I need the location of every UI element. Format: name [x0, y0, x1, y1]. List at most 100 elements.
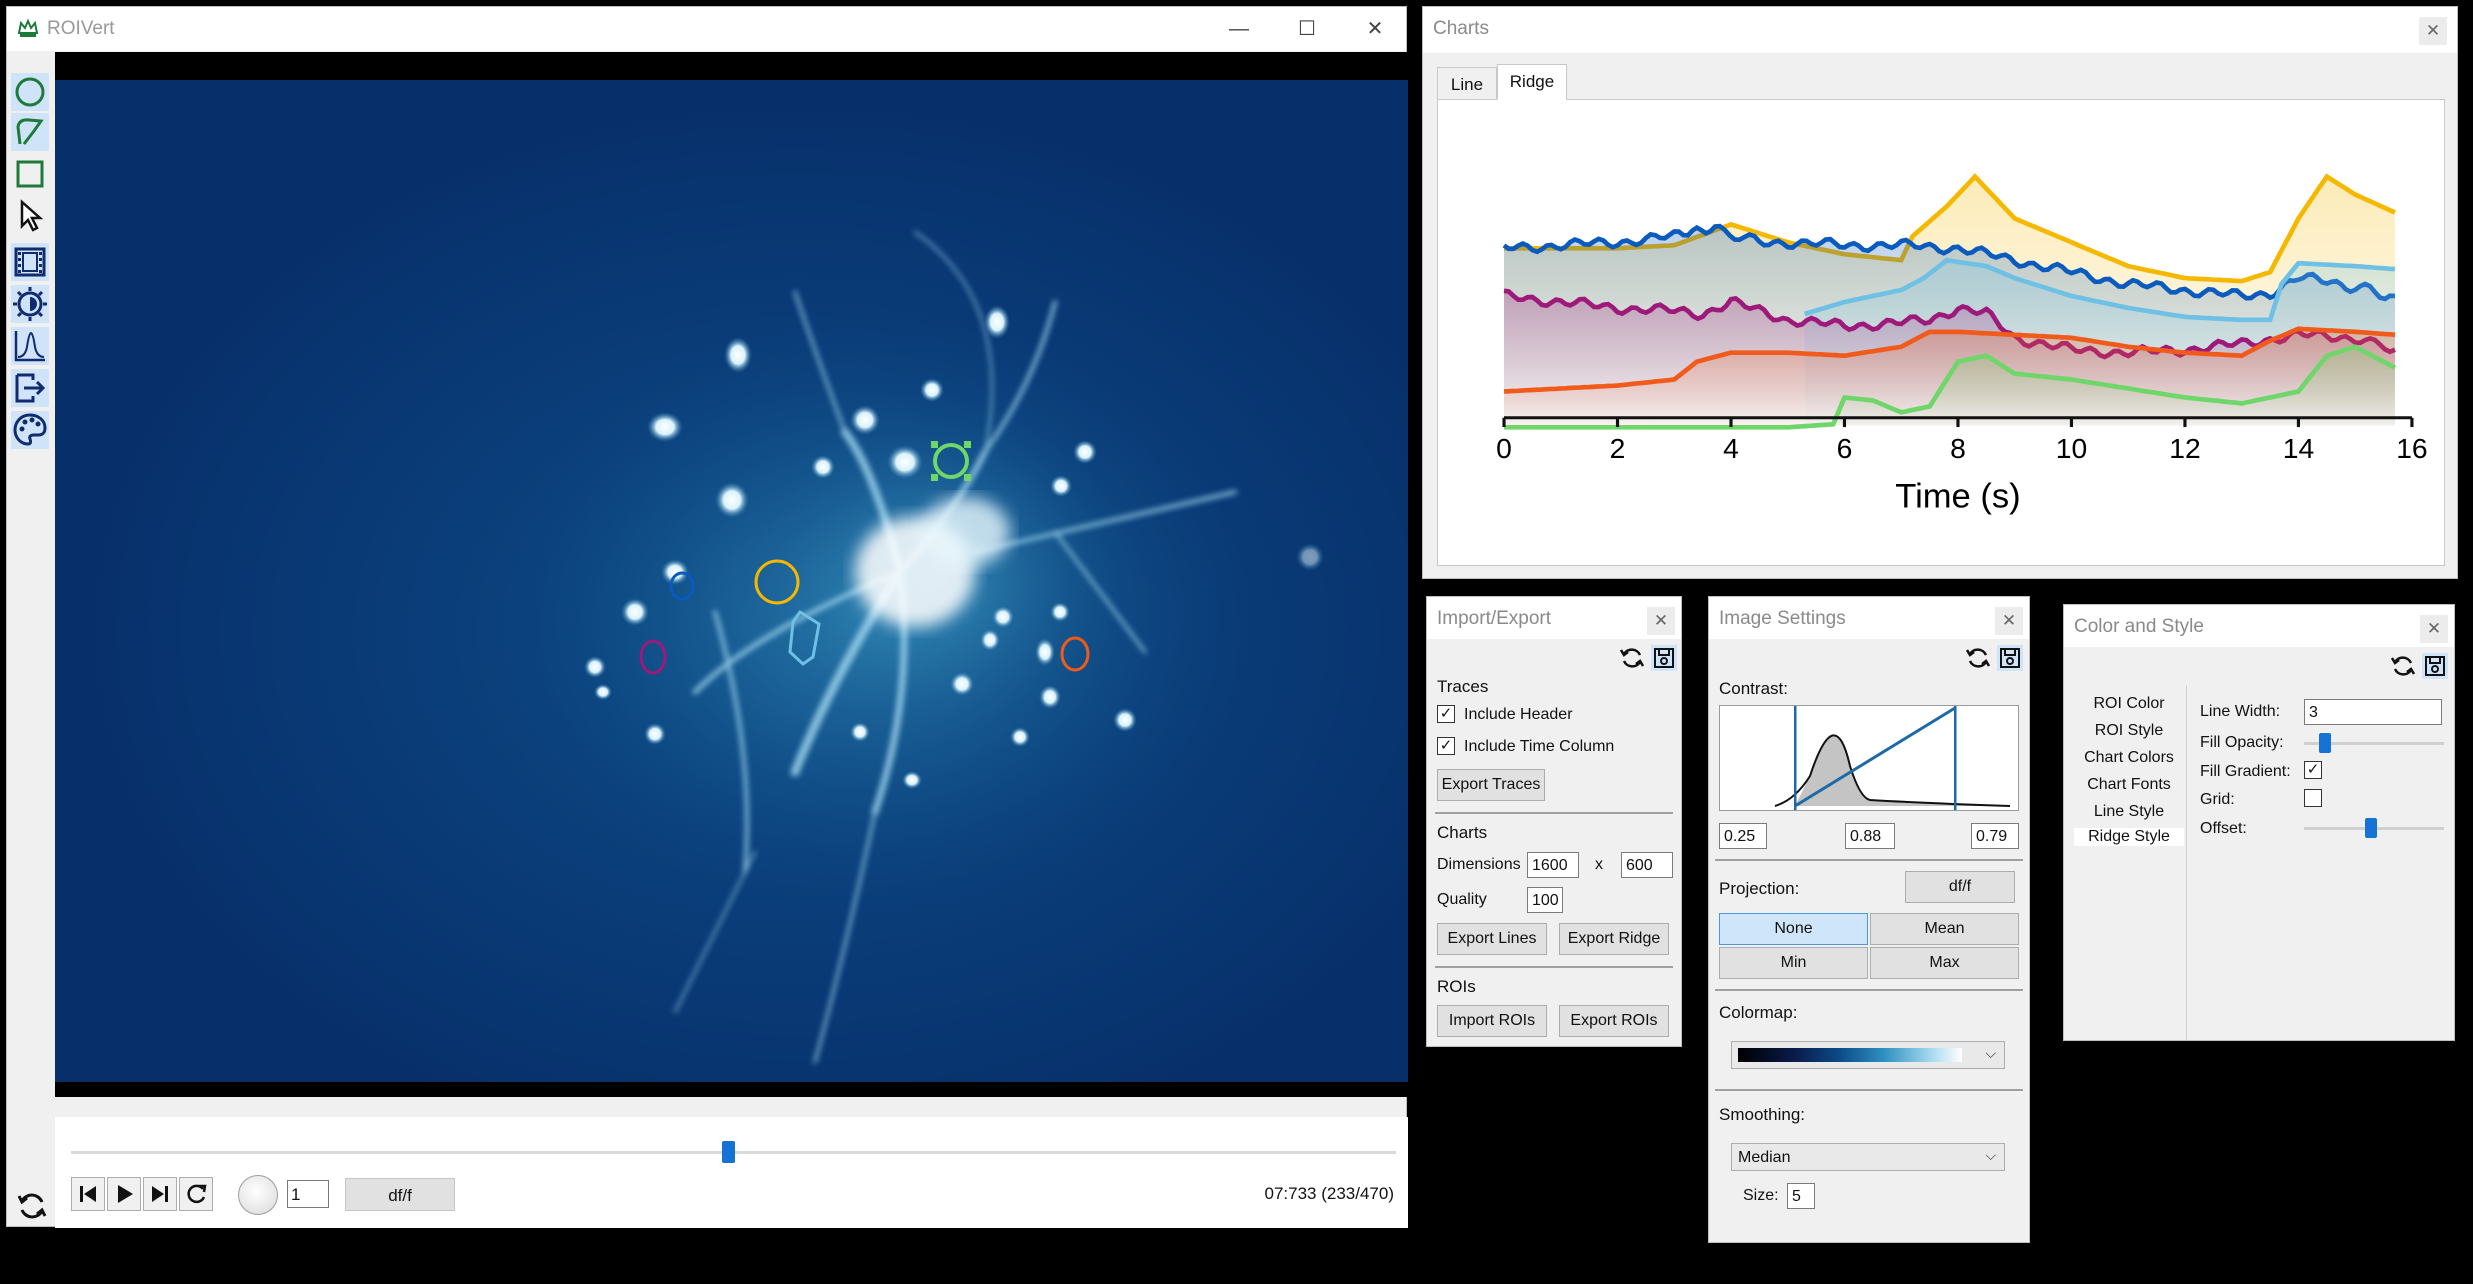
polygon-roi-icon[interactable] — [11, 113, 49, 151]
play-icon — [118, 1185, 133, 1203]
fill-gradient-checkbox[interactable]: ✓ — [2304, 761, 2322, 779]
grid-checkbox[interactable] — [2304, 789, 2322, 807]
rectangle-roi-icon[interactable] — [11, 155, 49, 193]
separator — [1715, 989, 2023, 991]
frame-slider-handle[interactable] — [722, 1141, 736, 1163]
contrast-gamma-input[interactable]: 0.88 — [1845, 823, 1895, 849]
x-tick-label: 8 — [1950, 433, 1966, 464]
import-export-header: Import/Export ✕ — [1427, 597, 1681, 639]
menu-line-style[interactable]: Line Style — [2074, 803, 2184, 821]
image-settings-panel: Image Settings ✕ Contrast: 0.25 0.88 0.7… — [1708, 596, 2030, 1243]
save-icon[interactable] — [1997, 645, 2023, 671]
import-export-icon[interactable] — [11, 369, 49, 407]
chevron-down-icon: ⌵ — [1985, 1147, 1996, 1163]
charts-close-button[interactable]: ✕ — [2419, 17, 2447, 45]
contrast-min-input[interactable]: 0.25 — [1719, 823, 1767, 849]
contrast-label: Contrast: — [1719, 679, 1788, 698]
include-header-checkbox[interactable]: ✓ — [1437, 705, 1455, 723]
ridge-chart: 0 2 4 6 8 10 12 14 16 Time (s) — [1437, 99, 2445, 566]
separator — [1435, 812, 1673, 814]
line-width-spinbox[interactable]: 3 — [2304, 699, 2442, 725]
x-tick-label: 4 — [1723, 433, 1739, 464]
play-button[interactable] — [107, 1177, 141, 1211]
window-title: ROIVert — [47, 18, 115, 39]
import-export-close-button[interactable]: ✕ — [1647, 607, 1675, 635]
projection-min-button[interactable]: Min — [1719, 947, 1868, 979]
menu-roi-color[interactable]: ROI Color — [2074, 695, 2184, 713]
frame-step-input[interactable]: 1 — [287, 1180, 329, 1208]
first-frame-button[interactable] — [71, 1177, 105, 1211]
line-width-label: Line Width: — [2200, 703, 2281, 720]
last-frame-button[interactable] — [143, 1177, 177, 1211]
image-settings-title: Image Settings — [1719, 608, 1846, 629]
smoothing-size-input[interactable]: 5 — [1787, 1183, 1815, 1209]
ellipse-roi-icon[interactable] — [11, 73, 49, 111]
loop-button[interactable] — [179, 1177, 213, 1211]
menu-ridge-style[interactable]: Ridge Style — [2074, 828, 2184, 846]
image-viewer[interactable] — [55, 52, 1408, 1097]
charts-icon[interactable] — [11, 327, 49, 365]
style-menu: ROI Color ROI Style Chart Colors Chart F… — [2064, 685, 2187, 1040]
close-button[interactable]: ✕ — [1353, 13, 1397, 45]
image-settings-icon[interactable] — [11, 285, 49, 323]
video-icon[interactable] — [11, 243, 49, 281]
separator — [1715, 859, 2023, 861]
chart-height-input[interactable]: 600 — [1621, 852, 1673, 878]
import-export-panel: Import/Export ✕ Traces ✓ Include Header … — [1426, 596, 1682, 1047]
projection-dff-button[interactable]: df/f — [1905, 871, 2015, 903]
export-ridge-button[interactable]: Export Ridge — [1559, 923, 1669, 955]
speed-dial[interactable] — [238, 1175, 278, 1215]
chart-width-input[interactable]: 1600 — [1527, 852, 1579, 878]
dff-toggle-button[interactable]: df/f — [345, 1178, 455, 1211]
save-icon[interactable] — [2422, 653, 2448, 679]
sync-icon[interactable] — [1619, 645, 1645, 671]
projection-mean-button[interactable]: Mean — [1870, 913, 2019, 945]
projection-label: Projection: — [1719, 879, 1800, 898]
sync-icon[interactable] — [1965, 645, 1991, 671]
menu-roi-style[interactable]: ROI Style — [2074, 722, 2184, 740]
color-style-icon[interactable] — [11, 411, 49, 449]
color-style-header: Color and Style ✕ — [2064, 605, 2454, 647]
x-tick-label: 6 — [1837, 433, 1853, 464]
loop-icon — [187, 1184, 207, 1204]
main-window: ROIVert — ☐ ✕ 1 df/f 07:733 (233/470) — [6, 6, 1408, 1228]
dimensions-label: Dimensions — [1437, 856, 1521, 873]
dimension-separator: x — [1595, 856, 1603, 873]
colormap-label: Colormap: — [1719, 1003, 1798, 1022]
charts-window: Charts ✕ Line Ridge 0 2 4 6 8 10 12 14 16 Time (s… — [1422, 6, 2458, 579]
export-rois-button[interactable]: Export ROIs — [1559, 1005, 1669, 1037]
contrast-max-input[interactable]: 0.79 — [1971, 823, 2019, 849]
save-icon[interactable] — [1651, 645, 1677, 671]
charts-label: Charts — [1437, 823, 1488, 842]
chevron-down-icon: ⌵ — [1985, 1045, 1996, 1061]
projection-max-button[interactable]: Max — [1870, 947, 2019, 979]
color-style-close-button[interactable]: ✕ — [2420, 615, 2448, 643]
smoothing-select[interactable]: Median ⌵ — [1731, 1143, 2005, 1171]
x-tick-label: 10 — [2056, 433, 2087, 464]
offset-handle[interactable] — [2365, 818, 2378, 838]
export-traces-button[interactable]: Export Traces — [1437, 769, 1545, 801]
menu-chart-colors[interactable]: Chart Colors — [2074, 749, 2184, 767]
import-rois-button[interactable]: Import ROIs — [1437, 1005, 1547, 1037]
quality-input[interactable]: 100 — [1527, 887, 1563, 913]
contrast-histogram[interactable] — [1719, 705, 2019, 811]
app-logo-icon — [17, 18, 39, 43]
export-lines-button[interactable]: Export Lines — [1437, 923, 1547, 955]
main-titlebar: ROIVert — ☐ ✕ — [7, 7, 1406, 51]
projection-none-button[interactable]: None — [1719, 913, 1868, 945]
sync-icon[interactable] — [15, 1189, 49, 1223]
minimize-button[interactable]: — — [1217, 13, 1261, 45]
traces-label: Traces — [1437, 677, 1489, 696]
select-pointer-icon[interactable] — [11, 197, 49, 235]
colormap-select[interactable]: ⌵ — [1731, 1041, 2005, 1069]
sync-icon[interactable] — [2390, 653, 2416, 679]
tab-ridge[interactable]: Ridge — [1497, 64, 1567, 100]
fill-opacity-handle[interactable] — [2319, 733, 2332, 753]
menu-chart-fonts[interactable]: Chart Fonts — [2074, 776, 2184, 794]
histogram-svg — [1774, 706, 2011, 810]
skip-back-icon — [80, 1186, 96, 1202]
tab-line[interactable]: Line — [1437, 67, 1497, 100]
include-time-checkbox[interactable]: ✓ — [1437, 737, 1455, 755]
maximize-button[interactable]: ☐ — [1285, 13, 1329, 45]
image-settings-close-button[interactable]: ✕ — [1995, 607, 2023, 635]
